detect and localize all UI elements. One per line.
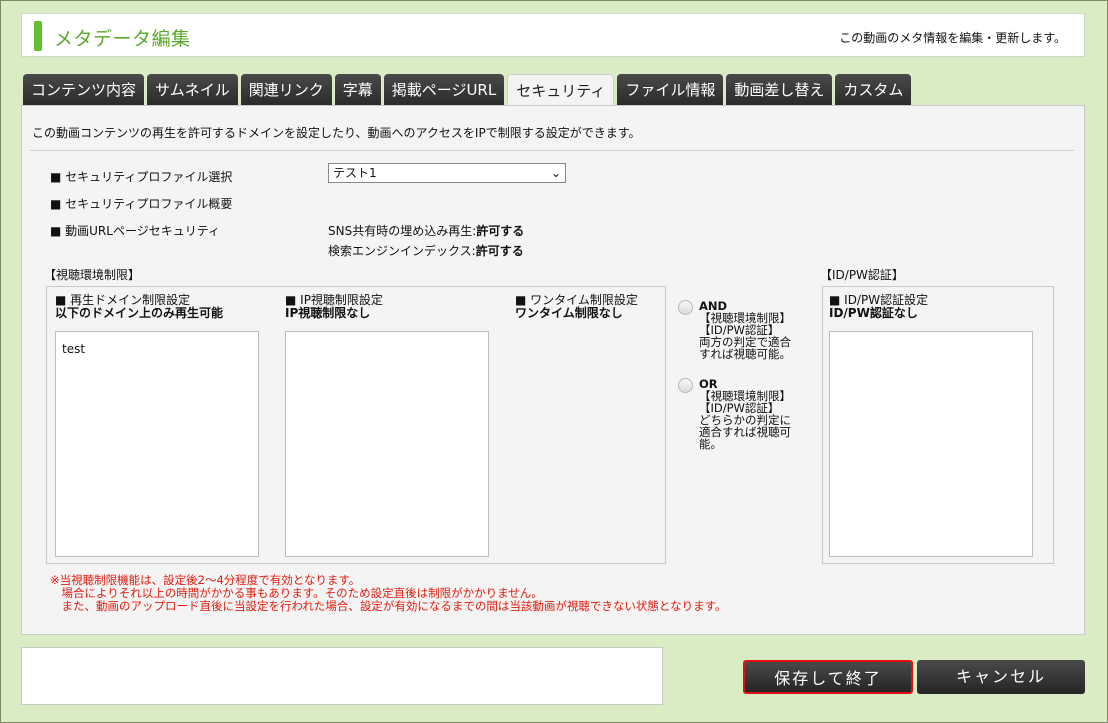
profile-select-value: テスト1: [333, 166, 377, 180]
viewing-env-box: ■ 再生ドメイン制限設定 以下のドメイン上のみ再生可能 test ■ IP視聴制…: [46, 286, 666, 564]
idpw-list[interactable]: [829, 331, 1033, 557]
tab-file-info[interactable]: ファイル情報: [617, 74, 724, 106]
warning-line: また、動画のアップロード直後に当設定を行われた場合、設定が有効になるまでの間は当…: [50, 599, 727, 613]
security-panel: この動画コンテンツの再生を許可するドメインを設定したり、動画へのアクセスをIPで…: [21, 105, 1085, 635]
sns-embed-label: SNS共有時の埋め込み再生:: [328, 224, 477, 238]
tab-bar: コンテンツ内容 サムネイル 関連リンク 字幕 掲載ページURL セキュリティ フ…: [23, 74, 914, 106]
tab-video-replace[interactable]: 動画差し替え: [726, 74, 833, 106]
url-security-label: ■ 動画URLページセキュリティ: [50, 224, 220, 238]
tab-related-links[interactable]: 関連リンク: [240, 74, 332, 106]
tab-thumbnail[interactable]: サムネイル: [147, 74, 238, 106]
cancel-button[interactable]: キャンセル: [917, 660, 1085, 694]
and-radio-text: AND 【視聴環境制限】 【ID/PW認証】 両方の判定で適合 すれば視聴可能。: [699, 300, 799, 360]
or-radio-text: OR 【視聴環境制限】 【ID/PW認証】 どちらかの判定に 適合すれば視聴可 …: [699, 378, 799, 450]
security-intro: この動画コンテンツの再生を許可するドメインを設定したり、動画へのアクセスをIPで…: [32, 126, 641, 140]
save-and-exit-button[interactable]: 保存して終了: [743, 660, 913, 694]
or-radio[interactable]: [678, 378, 693, 393]
profile-select-label: ■ セキュリティプロファイル選択: [50, 170, 233, 184]
tab-subtitles[interactable]: 字幕: [334, 74, 381, 106]
ip-list[interactable]: [285, 331, 489, 557]
and-radio[interactable]: [678, 300, 693, 315]
divider: [30, 150, 1074, 151]
domain-restriction-status: 以下のドメイン上のみ再生可能: [55, 306, 224, 320]
header-accent-bar: [34, 21, 42, 51]
warning-notice: ※当視聴制限機能は、設定後2～4分程度で有効となります。 場合によりそれ以上の時…: [50, 574, 726, 613]
list-item: test: [62, 342, 86, 356]
search-index-value: 許可する: [475, 244, 524, 258]
idpw-box: ■ ID/PW認証設定 ID/PW認証なし: [822, 286, 1054, 564]
idpw-status: ID/PW認証なし: [829, 306, 918, 320]
viewing-env-group-label: 【視聴環境制限】: [44, 268, 141, 282]
sns-embed-line: SNS共有時の埋め込み再生:許可する: [328, 222, 524, 239]
tab-custom[interactable]: カスタム: [835, 74, 912, 106]
or-line: 能。: [699, 437, 722, 451]
onetime-restriction-status: ワンタイム制限なし: [515, 306, 623, 320]
search-index-line: 検索エンジンインデックス:許可する: [328, 242, 524, 259]
search-index-label: 検索エンジンインデックス:: [328, 244, 476, 258]
domain-list[interactable]: test: [55, 331, 259, 557]
profile-summary-label: ■ セキュリティプロファイル概要: [50, 197, 233, 211]
and-line: すれば視聴可能。: [699, 347, 791, 361]
ip-restriction-status: IP視聴制限なし: [285, 306, 371, 320]
tab-page-url[interactable]: 掲載ページURL: [383, 74, 505, 106]
chevron-down-icon: ⌄: [550, 166, 561, 180]
sns-embed-value: 許可する: [476, 224, 525, 238]
footer-message-box: [21, 647, 663, 705]
idpw-group-label: 【ID/PW認証】: [820, 268, 904, 282]
profile-select[interactable]: テスト1 ⌄: [328, 163, 566, 183]
tab-contents[interactable]: コンテンツ内容: [23, 74, 145, 106]
tab-security[interactable]: セキュリティ: [507, 74, 615, 106]
page-header: メタデータ編集 この動画のメタ情報を編集・更新します。: [21, 13, 1085, 57]
page-description: この動画のメタ情報を編集・更新します。: [839, 31, 1066, 45]
page-title: メタデータ編集: [54, 28, 191, 50]
